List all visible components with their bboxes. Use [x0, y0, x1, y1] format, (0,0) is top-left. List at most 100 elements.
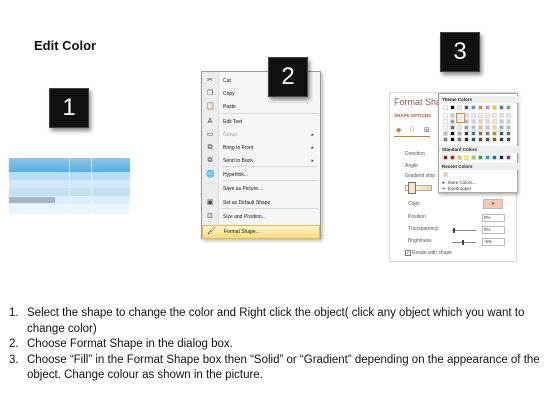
theme-color-swatch[interactable] [499, 131, 504, 136]
standard-color-swatch[interactable] [492, 155, 497, 160]
theme-color-swatch[interactable] [450, 119, 455, 124]
menu-item[interactable]: ▭ Group ▸ [202, 129, 320, 141]
theme-color-swatch[interactable] [443, 137, 448, 142]
menu-item-label: Hyperlink... [223, 172, 249, 178]
standard-color-swatch[interactable] [485, 155, 490, 160]
standard-color-swatch[interactable] [443, 155, 448, 160]
rotate-with-shape-checkbox[interactable]: ✓ [405, 250, 411, 256]
theme-color-swatch[interactable] [443, 119, 448, 124]
theme-color-swatch[interactable] [492, 105, 497, 110]
theme-color-swatch[interactable] [450, 131, 455, 136]
theme-color-swatch[interactable] [506, 125, 511, 130]
transparency-slider[interactable] [452, 230, 476, 231]
menu-item[interactable]: ⧉ Send to Back ▸ [202, 155, 320, 167]
theme-color-swatch[interactable] [478, 119, 483, 124]
theme-color-swatch[interactable] [492, 125, 497, 130]
theme-color-swatch[interactable] [492, 137, 497, 142]
theme-color-swatch[interactable] [499, 105, 504, 110]
theme-color-swatch[interactable] [471, 131, 476, 136]
theme-color-swatch[interactable] [464, 137, 469, 142]
menu-item-label: Cut [223, 78, 231, 84]
theme-color-swatch[interactable] [471, 105, 476, 110]
theme-color-swatch[interactable] [506, 119, 511, 124]
theme-color-swatch[interactable] [443, 105, 448, 110]
theme-color-swatch[interactable] [485, 131, 490, 136]
hyperlink-icon: 🌐 [206, 171, 215, 178]
theme-color-swatch[interactable] [492, 131, 497, 136]
menu-item[interactable]: ⊡ Size and Position... [202, 211, 320, 223]
theme-color-swatch[interactable] [443, 113, 448, 118]
standard-color-swatch[interactable] [478, 155, 483, 160]
effects-icon[interactable]: ⬯ [410, 126, 414, 134]
standard-color-swatch[interactable] [450, 155, 455, 160]
standard-color-swatch[interactable] [457, 155, 462, 160]
standard-color-swatch[interactable] [499, 155, 504, 160]
brightness-input[interactable]: -5% [482, 238, 505, 246]
theme-color-swatch[interactable] [499, 113, 504, 118]
theme-color-swatch[interactable] [471, 125, 476, 130]
sample-table-shape[interactable] [9, 158, 130, 214]
theme-color-swatch[interactable] [485, 137, 490, 142]
brightness-slider[interactable] [452, 242, 476, 243]
theme-color-swatch[interactable] [485, 105, 490, 110]
position-input[interactable]: 0% [482, 214, 505, 222]
theme-color-swatch[interactable] [471, 137, 476, 142]
theme-color-swatch[interactable] [492, 119, 497, 124]
menu-item[interactable]: 🖌 Format Shape... [202, 225, 320, 239]
theme-color-swatch[interactable] [506, 113, 511, 118]
color-picker-button[interactable]: ▾ [483, 199, 503, 209]
theme-color-swatch[interactable] [506, 131, 511, 136]
more-colors-item[interactable]: ● More Colors... [442, 180, 476, 185]
theme-color-swatch[interactable] [457, 137, 462, 142]
theme-color-swatch[interactable] [464, 131, 469, 136]
theme-color-swatch[interactable] [478, 105, 483, 110]
theme-color-swatch[interactable] [471, 113, 476, 118]
theme-color-swatch[interactable] [464, 125, 469, 130]
theme-color-swatch[interactable] [485, 113, 490, 118]
theme-color-swatch[interactable] [457, 125, 462, 130]
menu-item[interactable]: 🌐 Hyperlink... [202, 169, 320, 181]
theme-color-swatch[interactable] [478, 125, 483, 130]
eyedropper-item[interactable]: ✒ Eyedropper [442, 186, 471, 192]
theme-color-swatch[interactable] [485, 119, 490, 124]
theme-color-swatch[interactable] [506, 137, 511, 142]
theme-color-swatch[interactable] [492, 113, 497, 118]
theme-color-swatch[interactable] [478, 137, 483, 142]
theme-color-swatch[interactable] [450, 105, 455, 110]
theme-color-swatch[interactable] [464, 105, 469, 110]
selected-cell[interactable] [9, 197, 55, 203]
menu-item[interactable]: ▣ Set as Default Shape [202, 197, 320, 209]
theme-color-swatch[interactable] [499, 125, 504, 130]
gradient-stop-handle[interactable] [408, 182, 416, 194]
menu-item[interactable]: ⧉ Bring to Front ▸ [202, 142, 320, 154]
menu-item[interactable]: Save as Picture... [202, 183, 320, 195]
theme-color-swatch[interactable] [506, 105, 511, 110]
menu-item-label: Size and Position... [223, 214, 266, 220]
tab-shape-options[interactable]: SHAPE OPTIONS [394, 113, 431, 118]
standard-color-swatch[interactable] [471, 155, 476, 160]
theme-color-swatch[interactable] [457, 105, 462, 110]
theme-color-swatch[interactable] [443, 125, 448, 130]
theme-color-swatch[interactable] [478, 131, 483, 136]
theme-color-swatch[interactable] [450, 137, 455, 142]
eyedropper-label: Eyedropper [448, 186, 472, 191]
standard-color-swatch[interactable] [464, 155, 469, 160]
transparency-input[interactable]: 0% [482, 226, 505, 234]
standard-color-swatch[interactable] [506, 155, 511, 160]
fill-line-icon[interactable]: ◆ [396, 126, 401, 134]
brightness-slider-knob[interactable] [462, 240, 464, 245]
transparency-slider-knob[interactable] [453, 228, 455, 233]
theme-color-swatch[interactable] [471, 119, 476, 124]
theme-color-swatch[interactable] [499, 119, 504, 124]
theme-color-swatch[interactable] [457, 131, 462, 136]
theme-color-swatch[interactable] [485, 125, 490, 130]
theme-color-swatch[interactable] [450, 125, 455, 130]
size-properties-icon[interactable]: ⊞ [424, 126, 430, 134]
recent-color-swatch[interactable] [443, 172, 448, 177]
theme-color-swatch[interactable] [443, 131, 448, 136]
menu-item[interactable]: 📋 Paste [202, 101, 320, 113]
theme-color-swatch[interactable] [450, 113, 455, 118]
menu-item[interactable]: A Edit Text [202, 116, 320, 128]
theme-color-swatch[interactable] [499, 137, 504, 142]
theme-color-swatch[interactable] [478, 113, 483, 118]
